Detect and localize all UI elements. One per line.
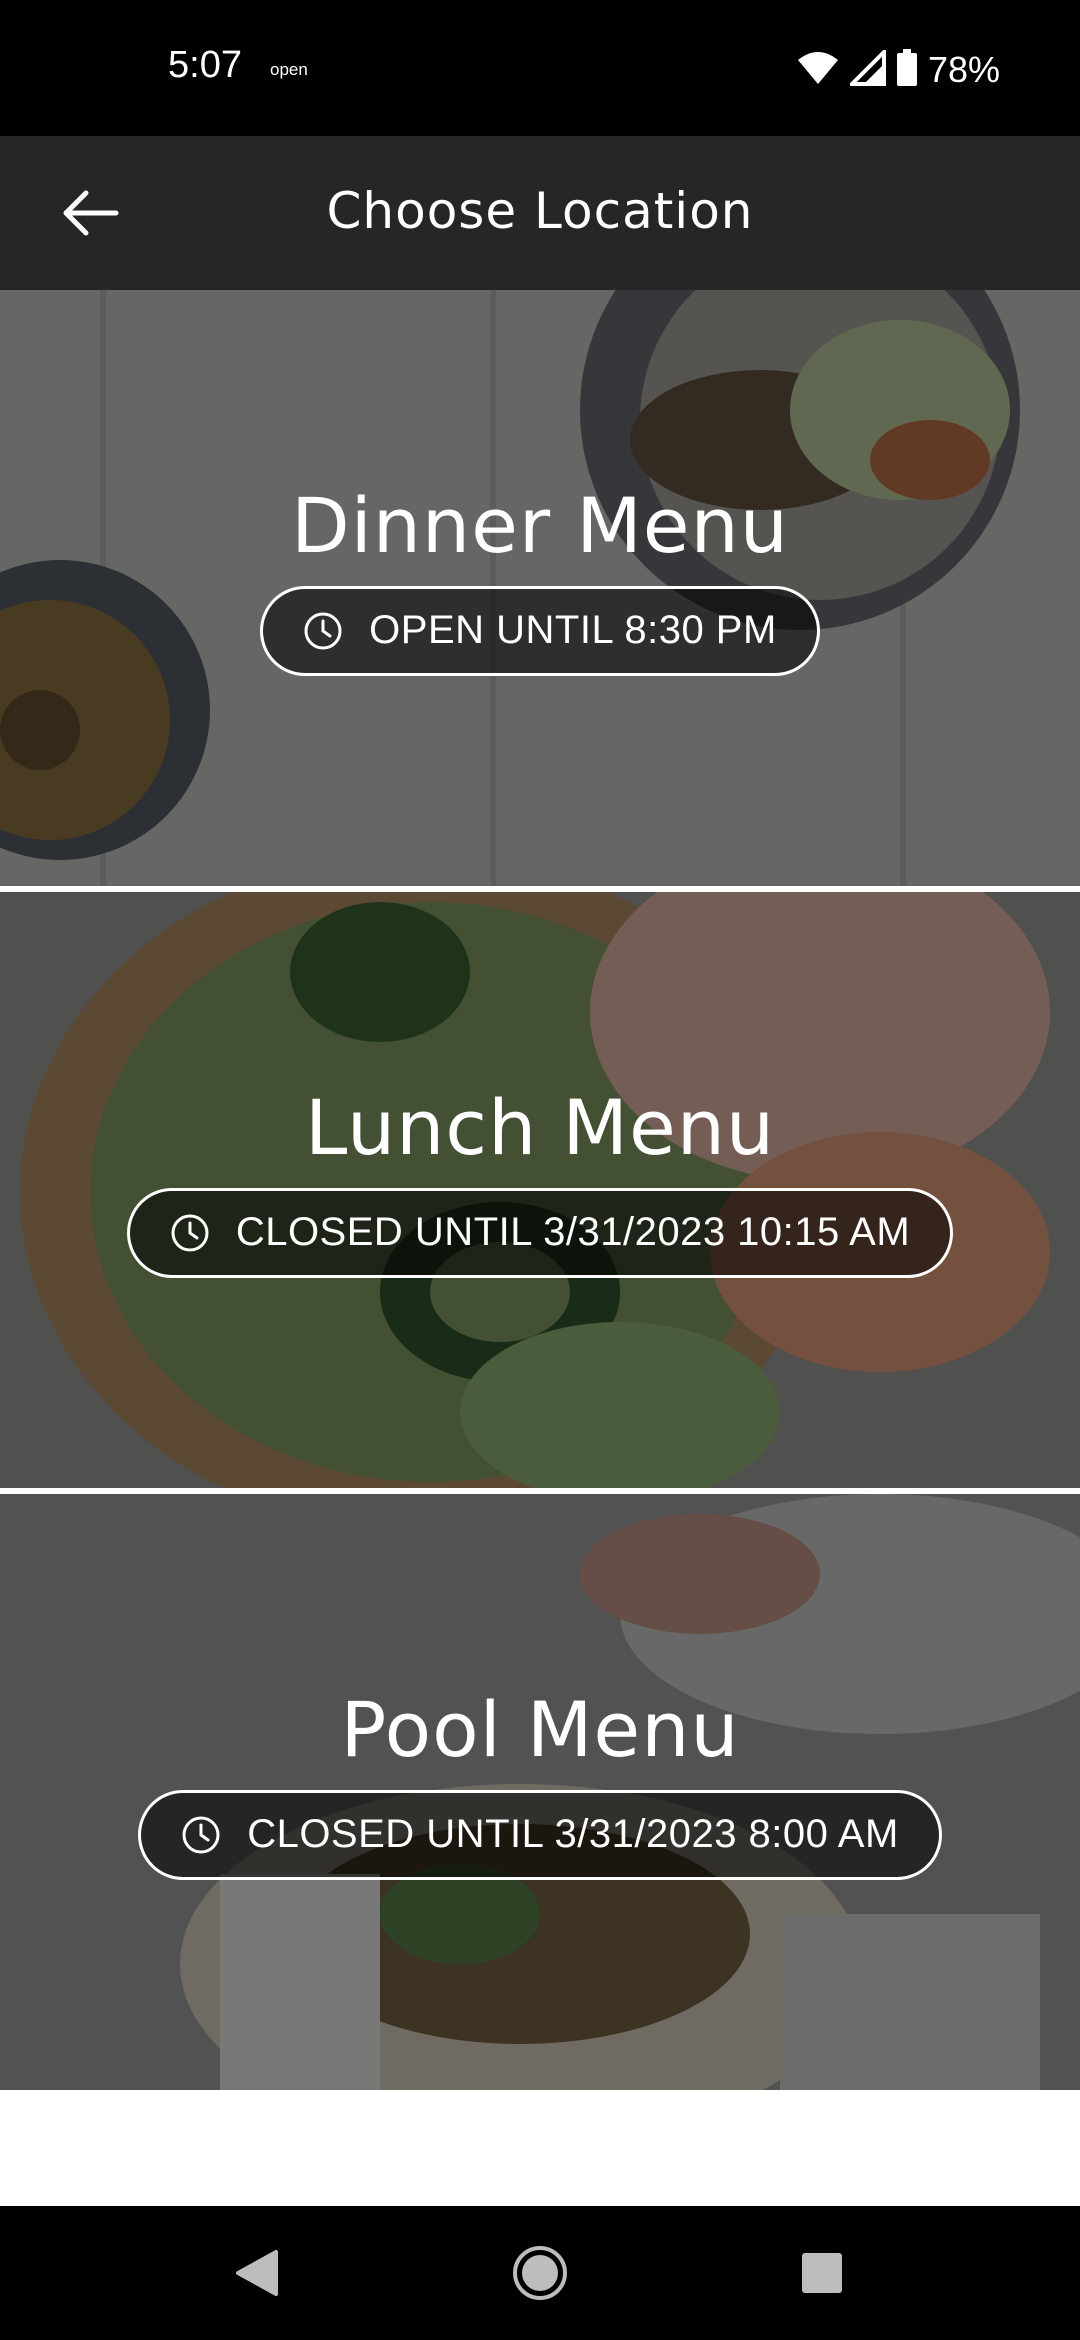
menu-card-pool[interactable]: Pool Menu CLOSED UNTIL 3/31/2023 8:00 AM bbox=[0, 1494, 1080, 2090]
system-nav-bar bbox=[0, 2206, 1080, 2340]
empty-area bbox=[0, 2092, 1080, 2206]
back-triangle-icon bbox=[236, 2250, 278, 2296]
wifi-icon bbox=[796, 50, 840, 90]
menu-status-pill: CLOSED UNTIL 3/31/2023 8:00 AM bbox=[138, 1789, 942, 1880]
page-title: Choose Location bbox=[326, 182, 754, 240]
menu-list: Dinner Menu OPEN UNTIL 8:30 PM Lunch Men… bbox=[0, 290, 1080, 2090]
menu-title: Dinner Menu bbox=[291, 480, 789, 570]
menu-status-text: CLOSED UNTIL 3/31/2023 8:00 AM bbox=[247, 1812, 899, 1856]
card-content: Dinner Menu OPEN UNTIL 8:30 PM bbox=[0, 290, 1080, 886]
clock-icon bbox=[304, 612, 342, 649]
recents-square-icon bbox=[802, 2253, 842, 2293]
screen: 5:07 open 78% Choose Location Dinner Men… bbox=[0, 0, 1080, 2340]
status-bar: 5:07 open 78% bbox=[0, 0, 1080, 136]
menu-status-text: OPEN UNTIL 8:30 PM bbox=[369, 608, 777, 652]
signal-icon bbox=[847, 47, 886, 90]
battery-icon bbox=[896, 49, 918, 91]
menu-status-text: CLOSED UNTIL 3/31/2023 10:15 AM bbox=[235, 1210, 911, 1254]
status-time: 5:07 bbox=[168, 44, 242, 86]
menu-status-pill: OPEN UNTIL 8:30 PM bbox=[260, 585, 820, 676]
menu-card-lunch[interactable]: Lunch Menu CLOSED UNTIL 3/31/2023 10:15 … bbox=[0, 892, 1080, 1488]
home-circle-icon bbox=[513, 2246, 567, 2300]
app-bar: Choose Location bbox=[0, 136, 1080, 290]
nav-recents-button[interactable] bbox=[789, 2240, 855, 2306]
menu-title: Pool Menu bbox=[340, 1684, 740, 1774]
status-notification-text: open bbox=[270, 60, 308, 79]
menu-status-pill: CLOSED UNTIL 3/31/2023 10:15 AM bbox=[126, 1187, 954, 1278]
menu-title: Lunch Menu bbox=[304, 1082, 776, 1172]
nav-back-button[interactable] bbox=[224, 2240, 290, 2306]
battery-percent: 78% bbox=[927, 49, 1000, 90]
nav-home-button[interactable] bbox=[507, 2240, 573, 2306]
status-icons: 78% bbox=[796, 46, 1000, 94]
card-content: Lunch Menu CLOSED UNTIL 3/31/2023 10:15 … bbox=[0, 892, 1080, 1488]
card-content: Pool Menu CLOSED UNTIL 3/31/2023 8:00 AM bbox=[0, 1494, 1080, 2090]
clock-icon bbox=[182, 1816, 220, 1853]
clock-icon bbox=[171, 1214, 209, 1251]
menu-card-dinner[interactable]: Dinner Menu OPEN UNTIL 8:30 PM bbox=[0, 290, 1080, 886]
